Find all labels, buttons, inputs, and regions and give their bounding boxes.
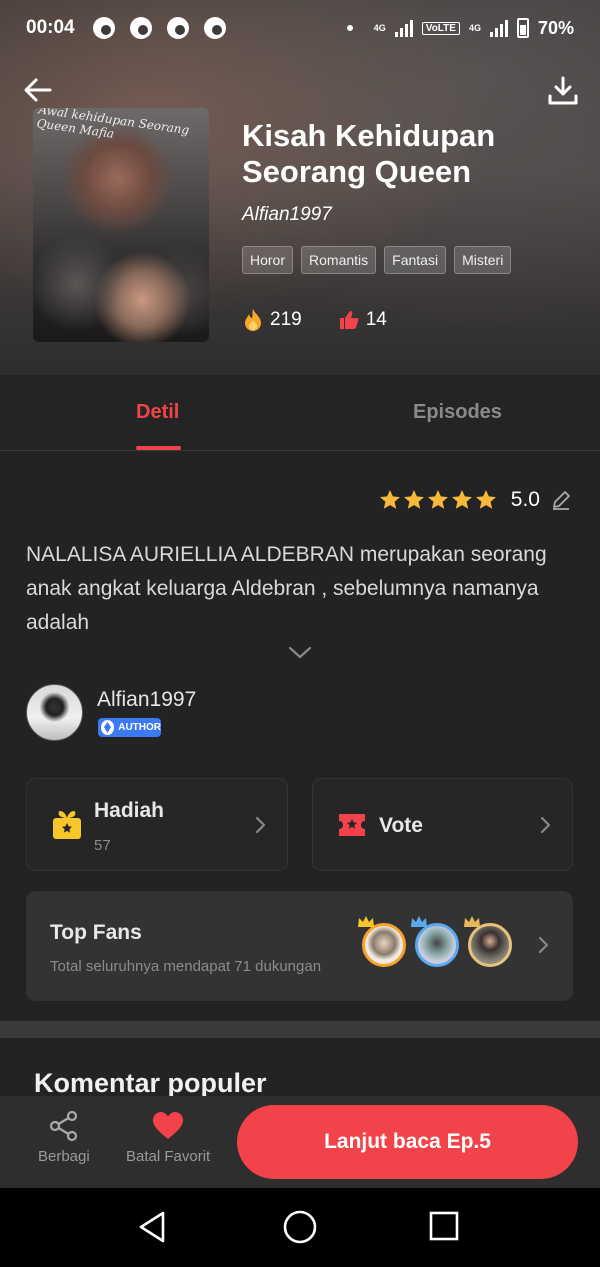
fan-avatar[interactable] <box>358 916 406 967</box>
volte-badge: VoLTE <box>421 21 460 35</box>
top-fans-card[interactable]: Top Fans Total seluruhnya mendapat 71 du… <box>26 891 573 1001</box>
nav-recents-icon[interactable] <box>428 1210 460 1242</box>
views-count: 219 <box>270 309 302 330</box>
gift-count: 57 <box>94 837 111 854</box>
book-author[interactable]: Alfian1997 <box>242 204 332 226</box>
fire-icon <box>245 309 261 331</box>
battery-icon <box>516 18 529 38</box>
author-badge-label: AUTHOR <box>118 722 161 733</box>
chevron-right-icon <box>540 816 551 834</box>
unfavorite-button[interactable]: Batal Favorit <box>126 1110 210 1165</box>
author-avatar[interactable] <box>26 684 83 741</box>
star-rating-icon <box>379 490 496 509</box>
heart-icon <box>153 1112 184 1139</box>
back-arrow-icon[interactable] <box>22 74 54 106</box>
battery-percent: 70% <box>537 17 574 38</box>
cover-text: Awal kehidupan Seorang Queen Mafia <box>35 108 191 141</box>
chrome-notification-icon <box>203 17 226 39</box>
status-bar: 00:04 4G VoLTE 4G 70% <box>0 0 600 56</box>
tag-fantasi[interactable]: Fantasi <box>384 246 447 274</box>
book-cover[interactable]: Awal kehidupan Seorang Queen Mafia <box>33 108 209 342</box>
thumbs-up-icon <box>339 311 359 329</box>
tab-bar: Detil Episodes <box>0 375 600 451</box>
favorite-label: Batal Favorit <box>126 1148 211 1165</box>
author-badge: AUTHOR <box>98 718 161 737</box>
share-button[interactable]: Berbagi <box>38 1110 90 1165</box>
bottom-action-bar: Berbagi Batal Favorit Lanjut baca Ep.5 <box>0 1096 600 1188</box>
chevron-right-icon <box>255 816 266 834</box>
nav-home-icon[interactable] <box>283 1210 317 1244</box>
synopsis-text: NALALISA AURIELLIA ALDEBRAN merupakan se… <box>26 543 547 634</box>
tag-romantis[interactable]: Romantis <box>301 246 377 274</box>
author-name[interactable]: Alfian1997 <box>97 688 196 712</box>
section-divider <box>0 1021 600 1038</box>
tag-misteri[interactable]: Misteri <box>454 246 512 274</box>
crown-icon <box>464 916 480 927</box>
status-time: 00:04 <box>26 17 75 38</box>
chrome-notification-icon <box>92 17 115 39</box>
chrome-notification-icon <box>129 17 152 39</box>
download-icon[interactable] <box>546 74 580 108</box>
likes-stat: 14 <box>338 309 387 331</box>
active-tab-indicator <box>136 446 181 450</box>
crown-icon <box>411 916 427 927</box>
tab-episodes[interactable]: Episodes <box>413 401 502 424</box>
expand-chevron-icon[interactable] <box>288 646 312 660</box>
notification-dot-icon <box>346 25 353 31</box>
book-stats: 219 14 <box>242 308 423 332</box>
gift-icon <box>53 811 81 839</box>
vote-ticket-icon <box>339 814 365 836</box>
top-fans-title: Top Fans <box>50 921 142 944</box>
tab-detil[interactable]: Detil <box>136 401 179 424</box>
fan-avatar[interactable] <box>464 916 512 967</box>
views-stat: 219 <box>242 308 302 332</box>
likes-count: 14 <box>365 309 387 330</box>
rating: 5.0 <box>379 488 572 512</box>
fan-avatar[interactable] <box>411 916 459 967</box>
genre-tags: Horor Romantis Fantasi Misteri <box>242 246 512 274</box>
edit-pencil-icon[interactable] <box>550 489 572 511</box>
continue-reading-button[interactable]: Lanjut baca Ep.5 <box>237 1105 578 1179</box>
signal-icon <box>489 19 508 37</box>
network-type-1: 4G <box>373 23 386 33</box>
chrome-notification-icon <box>166 17 189 39</box>
share-icon <box>49 1110 77 1142</box>
tag-horor[interactable]: Horor <box>242 246 294 274</box>
top-fans-subtitle: Total seluruhnya mendapat 71 dukungan <box>50 958 322 975</box>
gift-card[interactable]: Hadiah 57 <box>26 778 288 871</box>
comments-heading: Komentar populer <box>34 1068 267 1098</box>
signal-icon <box>394 19 413 37</box>
crown-icon <box>358 916 374 927</box>
network-type-2: 4G <box>468 23 481 33</box>
nav-back-icon[interactable] <box>137 1210 167 1244</box>
share-label: Berbagi <box>38 1148 90 1165</box>
author-badge-icon <box>101 720 115 735</box>
vote-label: Vote <box>379 814 423 837</box>
vote-card[interactable]: Vote <box>312 778 573 871</box>
book-header: 00:04 4G VoLTE 4G 70% Awal kehidupan Seo… <box>0 0 600 375</box>
rating-score: 5.0 <box>510 488 540 511</box>
chevron-right-icon <box>538 936 549 954</box>
book-title: Kisah Kehidupan Seorang Queen <box>242 118 496 189</box>
system-nav-bar <box>0 1188 600 1267</box>
gift-label: Hadiah <box>94 799 165 822</box>
